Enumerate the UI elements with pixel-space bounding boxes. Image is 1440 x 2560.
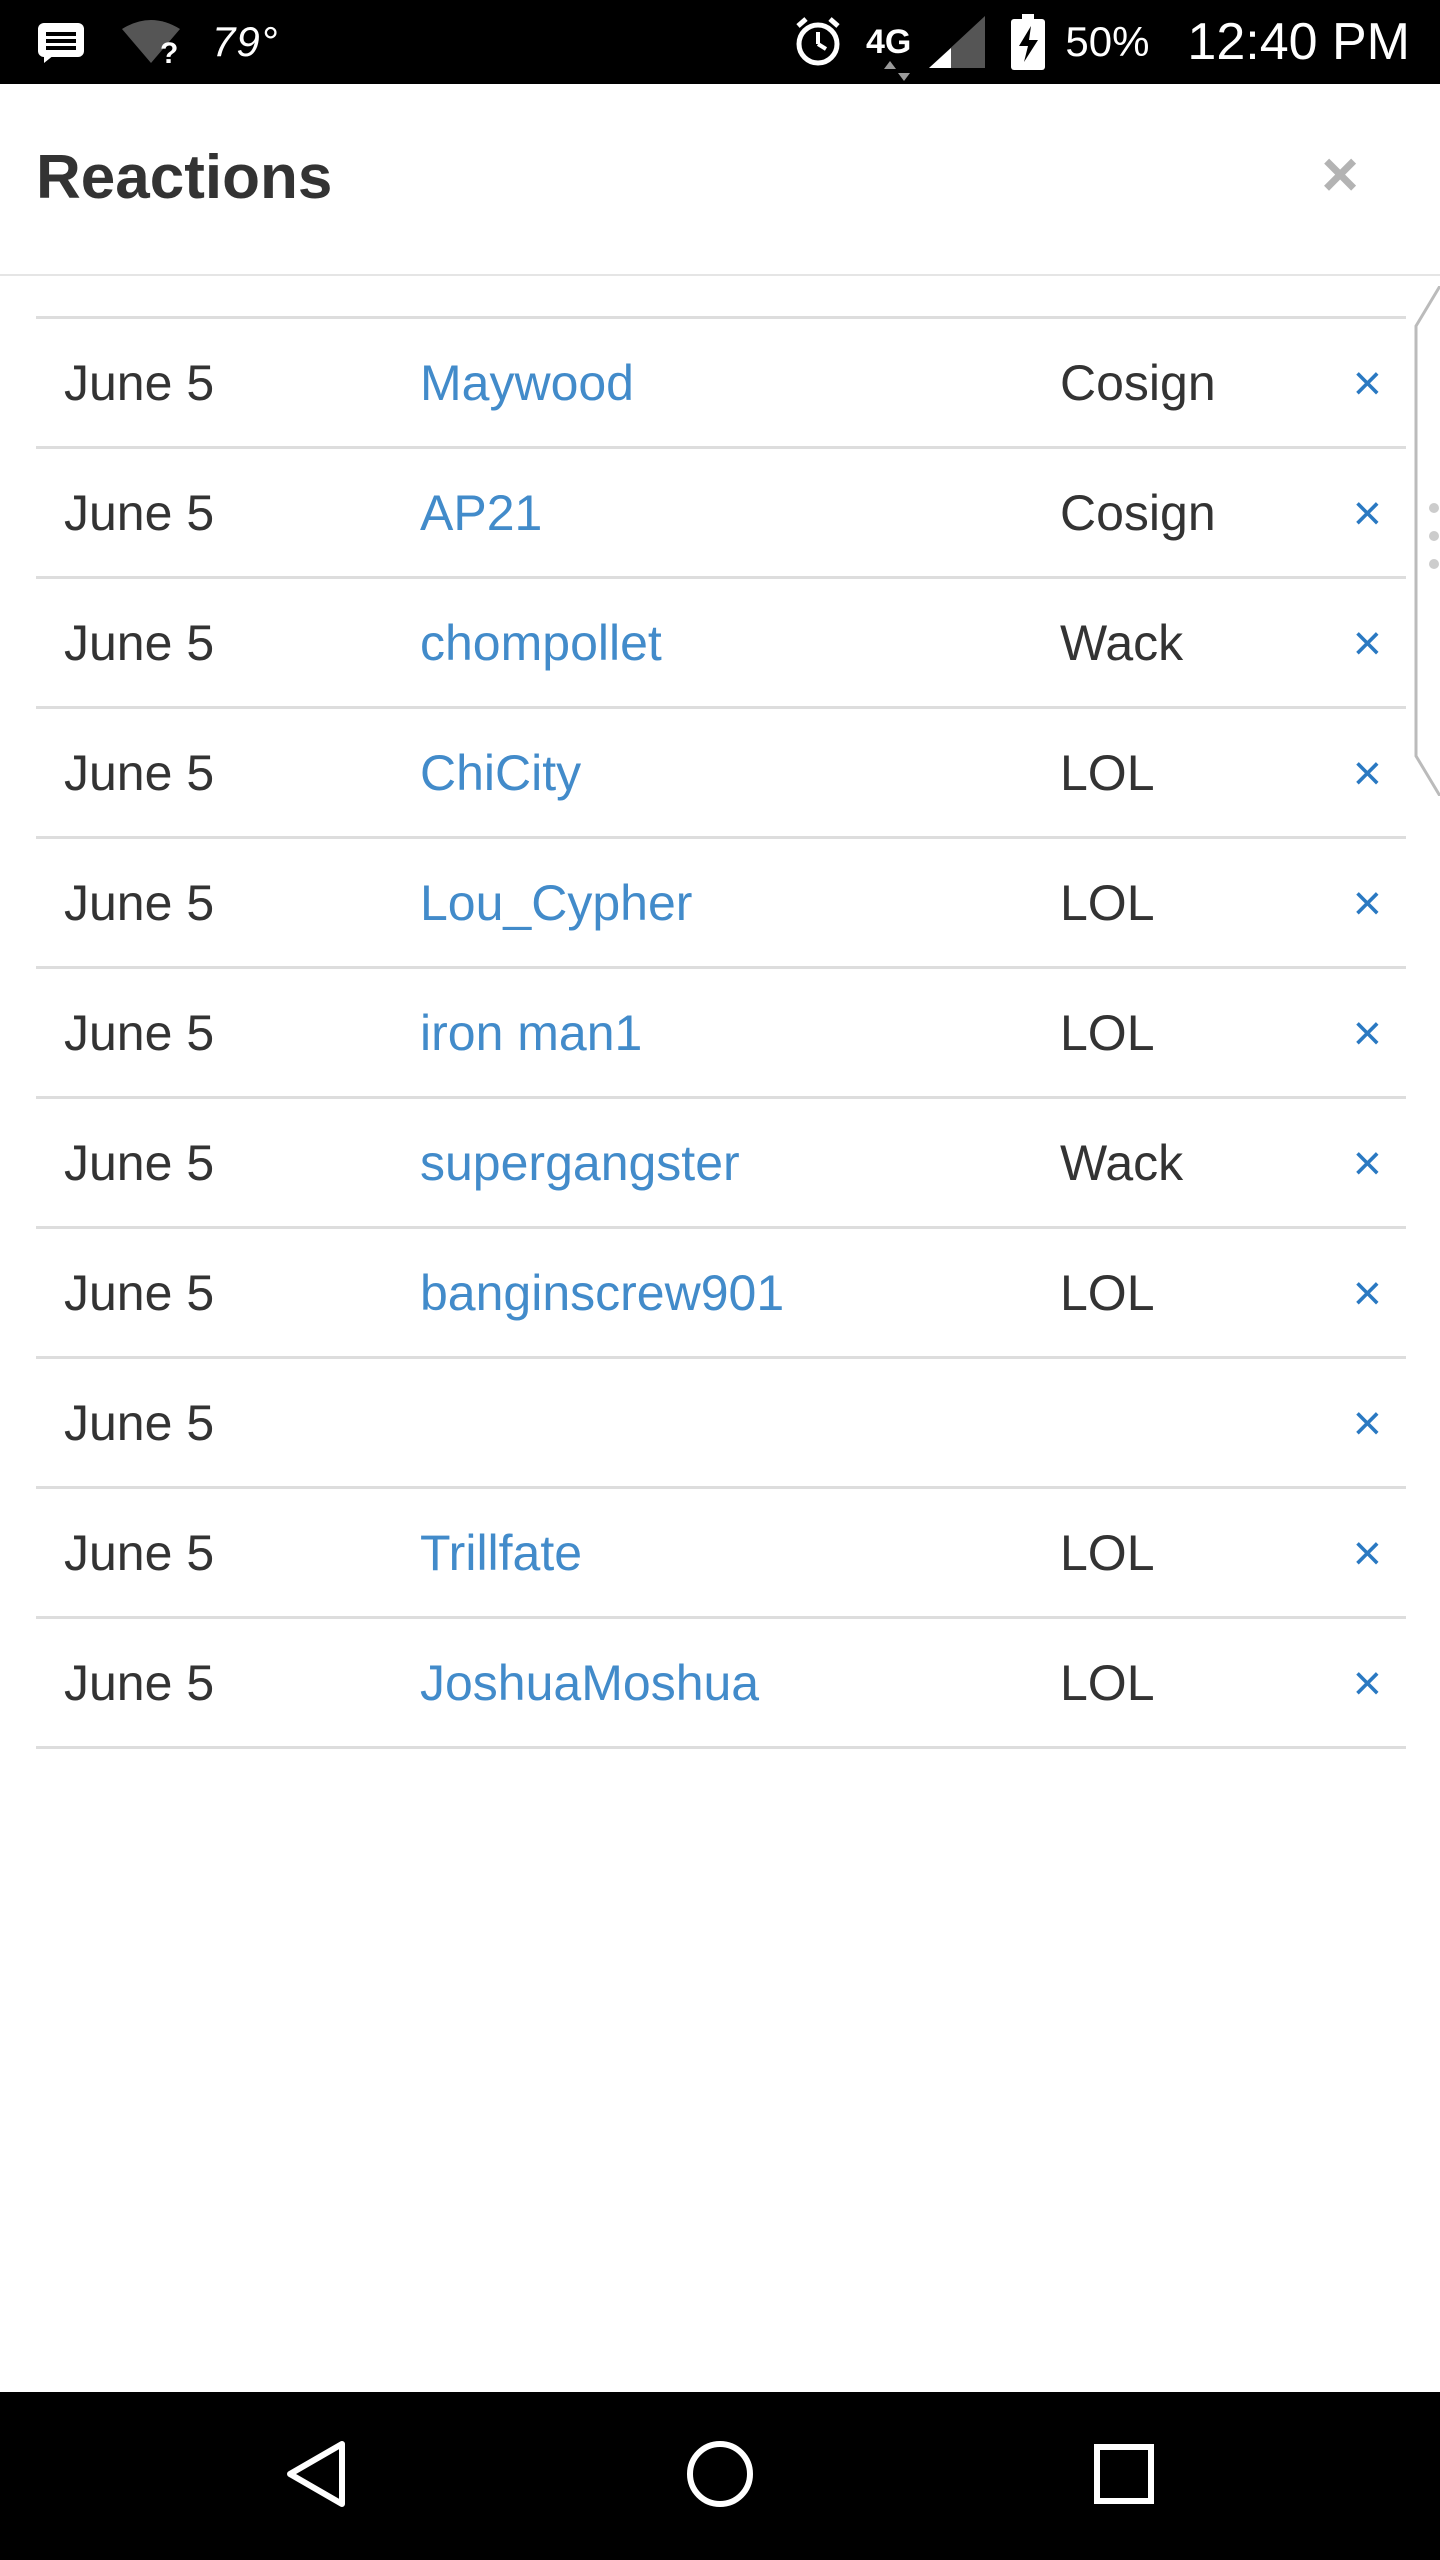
reaction-user-link[interactable]: Lou_Cypher: [420, 838, 1060, 968]
status-bar-left: ? 79°: [36, 0, 279, 84]
remove-reaction-button[interactable]: ×: [1350, 448, 1406, 578]
wifi-unknown-icon: ?: [120, 19, 182, 65]
navigation-bar: [0, 2392, 1440, 2560]
reaction-user-link[interactable]: Maywood: [420, 318, 1060, 448]
reaction-user-link[interactable]: chompollet: [420, 578, 1060, 708]
svg-text:?: ?: [160, 37, 178, 65]
modal-title: Reactions: [36, 143, 333, 212]
table-row: June 5 JoshuaMoshua LOL ×: [36, 1617, 1406, 1748]
recents-button[interactable]: [1074, 2426, 1174, 2526]
table-row: June 5 ×: [36, 1357, 1406, 1488]
reaction-type: LOL: [1060, 1264, 1155, 1321]
reaction-type: Cosign: [1060, 354, 1216, 411]
table-row: June 5 supergangster Wack ×: [36, 1097, 1406, 1228]
table-row: June 5 iron man1 LOL ×: [36, 967, 1406, 1098]
reaction-date: June 5: [64, 744, 215, 801]
reaction-user-link[interactable]: AP21: [420, 448, 1060, 578]
reaction-date: June 5: [64, 1394, 215, 1451]
reaction-user-link[interactable]: ChiCity: [420, 708, 1060, 838]
message-icon: [36, 21, 86, 63]
table-row: June 5 Maywood Cosign ×: [36, 317, 1406, 448]
recents-icon: [1093, 2443, 1155, 2510]
reaction-type: LOL: [1060, 1524, 1155, 1581]
reaction-type: Cosign: [1060, 484, 1216, 541]
table-row: June 5 AP21 Cosign ×: [36, 447, 1406, 578]
status-bar: ? 79° 4G 50% 12:40 PM: [0, 0, 1440, 84]
remove-reaction-button[interactable]: ×: [1350, 1228, 1406, 1358]
remove-reaction-button[interactable]: ×: [1350, 318, 1406, 448]
remove-reaction-button[interactable]: ×: [1350, 1098, 1406, 1228]
reaction-user-link[interactable]: banginscrew901: [420, 1228, 1060, 1358]
reaction-type: LOL: [1060, 1004, 1155, 1061]
reaction-user-link[interactable]: [420, 1358, 1060, 1488]
reaction-user-link[interactable]: iron man1: [420, 968, 1060, 1098]
remove-reaction-button[interactable]: ×: [1350, 1488, 1406, 1618]
reaction-date: June 5: [64, 614, 215, 671]
reaction-date: June 5: [64, 874, 215, 931]
reactions-table: June 5 Maywood Cosign × June 5 AP21 Cosi…: [36, 316, 1406, 1749]
remove-reaction-button[interactable]: ×: [1350, 578, 1406, 708]
alarm-icon: [792, 16, 844, 68]
clock-text: 12:40 PM: [1187, 13, 1410, 71]
side-panel-handle[interactable]: [1410, 285, 1440, 797]
reaction-date: June 5: [64, 354, 215, 411]
reaction-type: Wack: [1060, 614, 1184, 671]
home-icon: [685, 2439, 755, 2514]
reaction-date: June 5: [64, 484, 215, 541]
reaction-type: Wack: [1060, 1134, 1184, 1191]
remove-reaction-button[interactable]: ×: [1350, 968, 1406, 1098]
remove-reaction-button[interactable]: ×: [1350, 1358, 1406, 1488]
back-button[interactable]: [266, 2426, 366, 2526]
reaction-date: June 5: [64, 1134, 215, 1191]
reaction-date: June 5: [64, 1264, 215, 1321]
lte-data-icon: 4G: [866, 23, 912, 81]
remove-reaction-button[interactable]: ×: [1350, 708, 1406, 838]
network-type-text: 4G: [866, 23, 912, 61]
reaction-date: June 5: [64, 1654, 215, 1711]
remove-reaction-button[interactable]: ×: [1350, 1618, 1406, 1748]
cell-signal-icon: [929, 16, 986, 68]
modal-header: Reactions ×: [0, 84, 1440, 276]
reaction-type: LOL: [1060, 744, 1155, 801]
reactions-table-body: June 5 Maywood Cosign × June 5 AP21 Cosi…: [36, 317, 1406, 1748]
remove-reaction-button[interactable]: ×: [1350, 838, 1406, 968]
back-icon: [284, 2439, 348, 2514]
battery-charging-icon: [1011, 14, 1046, 70]
reaction-user-link[interactable]: JoshuaMoshua: [420, 1618, 1060, 1748]
table-row: June 5 ChiCity LOL ×: [36, 707, 1406, 838]
reaction-type: [1060, 1358, 1350, 1488]
table-row: June 5 Lou_Cypher LOL ×: [36, 837, 1406, 968]
reaction-type: LOL: [1060, 1654, 1155, 1711]
table-row: June 5 Trillfate LOL ×: [36, 1487, 1406, 1618]
status-bar-right: 4G 50% 12:40 PM: [792, 0, 1410, 84]
reaction-date: June 5: [64, 1524, 215, 1581]
table-row: June 5 chompollet Wack ×: [36, 577, 1406, 708]
reaction-type: LOL: [1060, 874, 1155, 931]
temperature-text: 79°: [212, 18, 279, 65]
battery-percent-text: 50%: [1065, 18, 1150, 65]
reaction-user-link[interactable]: supergangster: [420, 1098, 1060, 1228]
reaction-user-link[interactable]: Trillfate: [420, 1488, 1060, 1618]
table-row: June 5 banginscrew901 LOL ×: [36, 1227, 1406, 1358]
reaction-date: June 5: [64, 1004, 215, 1061]
close-icon: ×: [1321, 138, 1359, 210]
home-button[interactable]: [670, 2426, 770, 2526]
close-button[interactable]: ×: [1302, 136, 1378, 212]
